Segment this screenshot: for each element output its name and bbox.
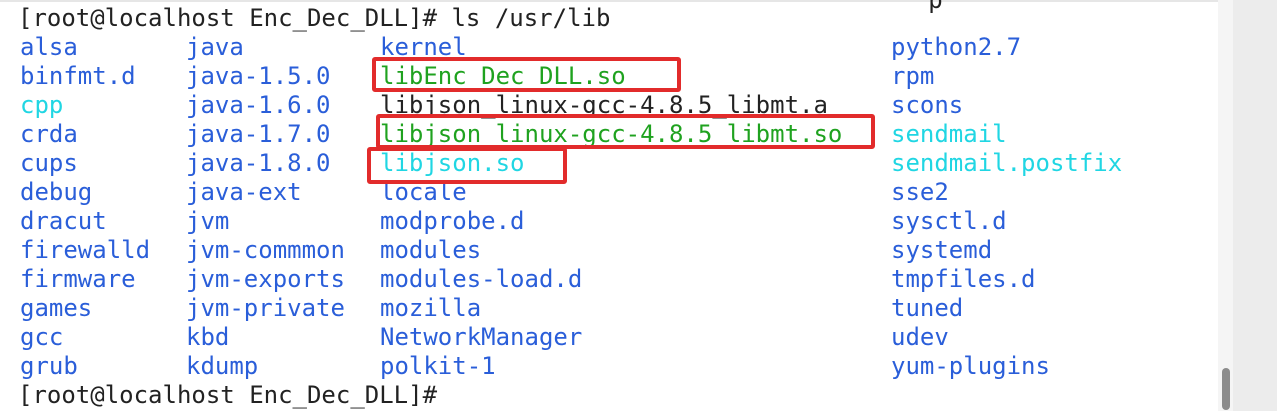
- list-item: jvm: [186, 207, 230, 235]
- list-item: rpm: [891, 62, 935, 90]
- list-item: locale: [380, 178, 467, 206]
- list-item: java-1.6.0: [186, 91, 331, 119]
- list-item: systemd: [891, 236, 993, 264]
- list-item: java-1.8.0: [186, 149, 331, 177]
- list-item-highlighted: libjson.so: [380, 149, 525, 177]
- list-item: udev: [891, 323, 949, 351]
- command-line: [root@localhost Enc_Dec_DLL]# ls /usr/li…: [18, 4, 611, 32]
- list-item: sse2: [891, 178, 949, 206]
- list-item: modprobe.d: [380, 207, 525, 235]
- window-side-panel: [1233, 0, 1277, 411]
- list-item: kbd: [186, 323, 230, 351]
- list-item: kernel: [380, 33, 467, 61]
- ls-output: alsa binfmt.d cpp crda cups debug dracut…: [20, 33, 1210, 381]
- list-item: polkit-1: [380, 352, 496, 380]
- list-item: yum-plugins: [891, 352, 1050, 380]
- list-item: python2.7: [891, 33, 1022, 61]
- list-item: sendmail.postfix: [891, 149, 1123, 177]
- list-item: mozilla: [380, 294, 482, 322]
- vertical-scrollbar[interactable]: [1218, 0, 1233, 411]
- list-item: firewalld: [20, 236, 151, 264]
- command-prompt[interactable]: [root@localhost Enc_Dec_DLL]#: [18, 381, 451, 410]
- list-item-highlighted: libjson_linux-gcc-4.8.5_libmt.so: [380, 120, 843, 148]
- list-item: cpp: [20, 91, 64, 119]
- list-item: binfmt.d: [20, 62, 136, 90]
- list-item: firmware: [20, 265, 136, 293]
- listing-column-2: java java-1.5.0 java-1.6.0 java-1.7.0 ja…: [186, 33, 345, 381]
- listing-column-3: kernel libEnc_Dec_DLL.so libjson_linux-g…: [380, 33, 842, 381]
- list-item: NetworkManager: [380, 323, 583, 351]
- list-item: debug: [20, 178, 93, 206]
- list-item-highlighted: libEnc_Dec_DLL.so: [380, 62, 626, 90]
- list-item: jvm-exports: [186, 265, 345, 293]
- list-item: kdump: [186, 352, 259, 380]
- list-item: alsa: [20, 33, 78, 61]
- list-item: sendmail: [891, 120, 1007, 148]
- list-item: jvm-commmon: [186, 236, 345, 264]
- list-item: java: [186, 33, 244, 61]
- list-item: modules: [380, 236, 482, 264]
- scrollbar-thumb[interactable]: [1222, 368, 1230, 410]
- list-item: libjson_linux-gcc-4.8.5_libmt.a: [380, 91, 828, 119]
- list-item: java-ext: [186, 178, 302, 206]
- list-item: dracut: [20, 207, 107, 235]
- listing-column-1: alsa binfmt.d cpp crda cups debug dracut…: [20, 33, 150, 381]
- list-item: jvm-private: [186, 294, 345, 322]
- list-item: crda: [20, 120, 78, 148]
- list-item: games: [20, 294, 93, 322]
- list-item: java-1.5.0: [186, 62, 331, 90]
- list-item: tmpfiles.d: [891, 265, 1036, 293]
- list-item: grub: [20, 352, 78, 380]
- list-item: tuned: [891, 294, 964, 322]
- terminal-window[interactable]: p [root@localhost Enc_Dec_DLL]# ls /usr/…: [0, 0, 1277, 411]
- list-item: sysctl.d: [891, 207, 1007, 235]
- list-item: modules-load.d: [380, 265, 583, 293]
- list-item: scons: [891, 91, 964, 119]
- listing-column-4: python2.7 rpm scons sendmail sendmail.po…: [891, 33, 1122, 381]
- list-item: cups: [20, 149, 78, 177]
- list-item: java-1.7.0: [186, 120, 331, 148]
- list-item: gcc: [20, 323, 64, 351]
